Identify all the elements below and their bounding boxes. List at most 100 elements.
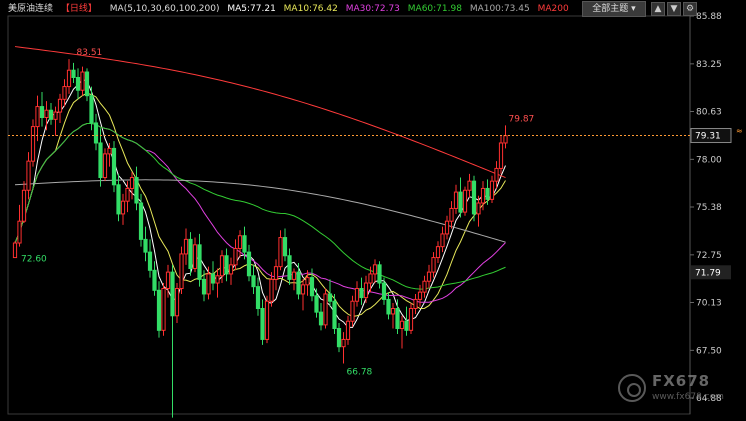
candle-body-34: [165, 271, 171, 289]
highlight-price-label: 71.79: [695, 268, 721, 278]
current-price-marker: ≈: [736, 127, 743, 136]
candle-body-28: [138, 202, 144, 240]
y-tick-label-5: 72.75: [696, 251, 722, 261]
candle-body-33: [161, 287, 166, 331]
candle-body-106: [489, 180, 495, 200]
candle-body-89: [413, 298, 418, 310]
candle-body-68: [318, 311, 324, 326]
candlestick-chart[interactable]: 85.88 83.25 80.63 78.00 75.38 72.75 70.13 67.50…: [0, 0, 746, 421]
candle-body-86: [399, 320, 405, 330]
candle-body-103: [476, 202, 481, 215]
y-tick-label-0: 85.88: [696, 12, 722, 22]
candle-body-23: [116, 184, 121, 215]
candle-body-9: [53, 111, 58, 120]
candle-body-8: [48, 109, 54, 120]
candle-body-91: [422, 280, 427, 293]
candle-body-73: [341, 338, 346, 348]
candle-body-25: [125, 187, 130, 202]
annotation-label-0: 83.51: [77, 48, 103, 58]
candle-body-104: [480, 187, 486, 204]
candle-body-20: [102, 153, 108, 179]
candle-body-47: [224, 255, 229, 275]
candle-body-19: [98, 142, 103, 179]
watermark-sub: www.fx678.com: [652, 392, 724, 402]
candle-body-72: [336, 328, 342, 348]
fx678-logo-icon: [618, 374, 646, 402]
candle-body-64: [300, 284, 306, 295]
candle-body-7: [44, 109, 49, 119]
candle-body-49: [233, 247, 238, 266]
ma30-line: [14, 122, 506, 303]
candle-body-100: [462, 189, 468, 213]
ma30-value: MA30:72.73: [345, 4, 400, 14]
candle-body-4: [30, 126, 36, 162]
candle-body-50: [237, 235, 243, 249]
candle-body-63: [296, 271, 301, 295]
settings-gear-icon[interactable]: ⚙: [683, 2, 697, 16]
candle-body-16: [84, 71, 90, 97]
candle-body-13: [71, 69, 76, 78]
candle-body-30: [147, 251, 153, 271]
ma5-value: MA5:77.21: [227, 4, 276, 14]
candle-body-60: [282, 237, 288, 257]
candle-body-46: [219, 255, 225, 277]
candle-body-29: [143, 238, 148, 253]
candle-body-79: [368, 273, 373, 284]
candle-body-109: [503, 135, 508, 144]
candle-body-35: [170, 271, 175, 317]
candle-body-38: [183, 238, 189, 255]
candle-body-56: [264, 300, 270, 340]
candle-body-80: [372, 264, 378, 275]
ma10-value: MA10:76.42: [283, 4, 338, 14]
candle-body-99: [458, 191, 463, 213]
candle-body-71: [332, 300, 337, 330]
candle-body-22: [111, 147, 117, 186]
candle-body-69: [323, 293, 328, 326]
candle-body-85: [395, 308, 400, 330]
candle-body-44: [210, 273, 216, 284]
candle-body-84: [390, 308, 396, 315]
candle-body-51: [242, 235, 247, 253]
candle-body-24: [120, 200, 126, 215]
candle-body-15: [80, 71, 85, 91]
annotation-label-4: 79.87: [509, 114, 535, 124]
ma100-line: [14, 179, 506, 243]
candle-body-66: [309, 277, 315, 297]
theme-dropdown[interactable]: 全部主题 ▾: [582, 1, 646, 17]
candle-body-26: [129, 177, 135, 189]
current-price-label: 79.31: [695, 132, 721, 142]
candle-body-61: [287, 255, 292, 280]
candle-body-67: [314, 295, 319, 313]
candle-body-88: [408, 308, 414, 331]
watermark-text: FX678: [652, 372, 711, 390]
candle-body-3: [26, 160, 31, 191]
annotation-label-1: 72.60: [21, 255, 47, 265]
candle-body-76: [354, 287, 360, 302]
scroll-up-button[interactable]: ▲: [651, 2, 665, 16]
fx678-watermark: FX678 www.fx678.com: [618, 370, 738, 410]
y-tick-label-3: 78.00: [696, 155, 722, 165]
candle-body-48: [228, 264, 234, 275]
candle-body-92: [426, 271, 432, 282]
period-label[interactable]: 【日线】: [61, 4, 97, 14]
scroll-down-button[interactable]: ▼: [667, 2, 681, 16]
candle-body-17: [89, 95, 94, 124]
annotation-label-3: 66.78: [347, 367, 373, 377]
y-tick-label-2: 80.63: [696, 108, 722, 118]
candle-body-37: [179, 253, 184, 289]
ma100-value: MA100:73.45: [469, 4, 530, 14]
candle-body-105: [485, 187, 490, 200]
candle-body-41: [197, 244, 202, 280]
candle-body-31: [152, 269, 157, 291]
candle-body-42: [201, 278, 207, 295]
candle-body-43: [206, 273, 211, 295]
candle-body-58: [273, 266, 279, 280]
ma5-line: [14, 78, 506, 328]
candle-body-81: [377, 264, 382, 284]
chart-frame: 美原油连续 【日线】 MA(5,10,30,60,100,200) MA5:77…: [0, 0, 746, 421]
candle-body-0: [12, 242, 18, 259]
candle-body-70: [327, 293, 333, 302]
candle-body-82: [381, 282, 387, 300]
candle-body-45: [215, 275, 220, 284]
candle-body-75: [350, 300, 355, 322]
